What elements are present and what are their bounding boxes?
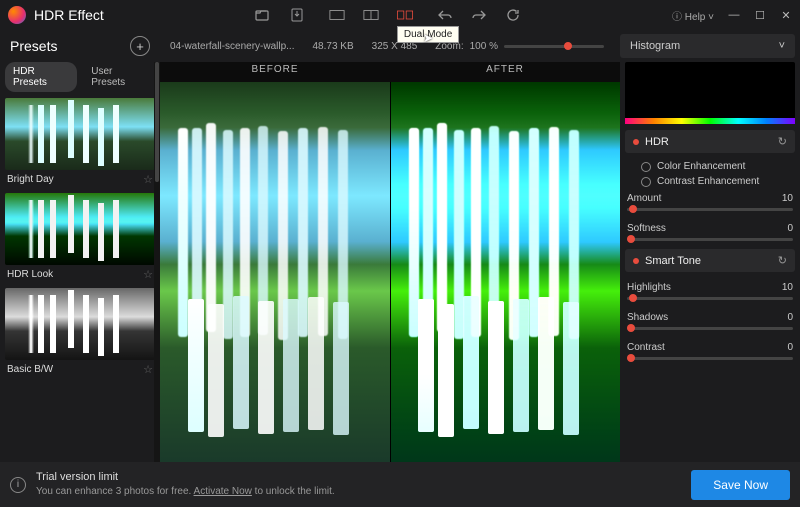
histogram-toggle[interactable]: Histogram ˅ bbox=[620, 34, 795, 58]
preset-thumb bbox=[5, 193, 155, 265]
highlights-label: Highlights bbox=[627, 282, 671, 293]
favorite-icon[interactable]: ☆ bbox=[143, 173, 153, 186]
radio-color-enhancement[interactable]: Color Enhancement bbox=[625, 159, 795, 174]
tab-hdr-presets[interactable]: HDR Presets bbox=[5, 62, 77, 92]
amount-slider[interactable] bbox=[627, 208, 793, 211]
softness-value: 0 bbox=[787, 223, 793, 234]
preset-item[interactable]: Basic B/W ☆ bbox=[5, 288, 155, 379]
preset-item[interactable]: HDR Look ☆ bbox=[5, 193, 155, 284]
add-preset-button[interactable]: + bbox=[130, 36, 150, 56]
close-button[interactable]: ✕ bbox=[780, 9, 792, 21]
activate-link[interactable]: Activate Now bbox=[194, 486, 252, 497]
footer-bar: i Trial version limit You can enhance 3 … bbox=[0, 462, 800, 507]
file-size: 48.73 KB bbox=[313, 41, 354, 52]
amount-label: Amount bbox=[627, 193, 661, 204]
save-button[interactable]: Save Now bbox=[691, 470, 790, 500]
highlights-value: 10 bbox=[782, 282, 793, 293]
help-menu[interactable]: ⓘ Help ˅ bbox=[672, 8, 714, 23]
trial-title: Trial version limit bbox=[36, 470, 691, 485]
app-logo bbox=[8, 6, 26, 24]
preset-item[interactable]: Bright Day ☆ bbox=[5, 98, 155, 189]
zoom-slider[interactable] bbox=[504, 45, 604, 48]
minimize-button[interactable]: ― bbox=[728, 9, 740, 21]
active-dot-icon bbox=[633, 139, 639, 145]
histogram-display bbox=[625, 62, 795, 124]
tab-user-presets[interactable]: User Presets bbox=[83, 62, 155, 92]
reset-icon[interactable]: ↻ bbox=[778, 254, 787, 267]
preview-area: BEFORE AFTER bbox=[160, 62, 620, 462]
trial-subtitle: You can enhance 3 photos for free. Activ… bbox=[36, 485, 691, 499]
dual-view-icon[interactable]: Dual Mode bbox=[397, 8, 413, 22]
preset-thumb bbox=[5, 98, 155, 170]
highlights-slider[interactable] bbox=[627, 297, 793, 300]
shadows-slider[interactable] bbox=[627, 327, 793, 330]
preset-label: Bright Day bbox=[7, 174, 54, 185]
favorite-icon[interactable]: ☆ bbox=[143, 268, 153, 281]
maximize-button[interactable]: ☐ bbox=[754, 9, 766, 21]
reset-icon[interactable]: ↻ bbox=[778, 135, 787, 148]
zoom-value: 100 % bbox=[470, 41, 498, 52]
file-name: 04-waterfall-scenery-wallp... bbox=[170, 41, 295, 52]
before-pane[interactable] bbox=[160, 82, 391, 462]
contrast-slider[interactable] bbox=[627, 357, 793, 360]
smarttone-panel-header[interactable]: Smart Tone ↻ bbox=[625, 249, 795, 272]
save-icon[interactable] bbox=[289, 8, 305, 22]
redo-icon[interactable] bbox=[471, 8, 487, 22]
chevron-down-icon: ˅ bbox=[779, 40, 785, 52]
presets-sidebar: HDR Presets User Presets Bright Day ☆ HDR… bbox=[0, 62, 160, 462]
amount-value: 10 bbox=[782, 193, 793, 204]
preset-label: Basic B/W bbox=[7, 364, 53, 375]
softness-slider[interactable] bbox=[627, 238, 793, 241]
shadows-value: 0 bbox=[787, 312, 793, 323]
single-view-icon[interactable] bbox=[329, 8, 345, 22]
before-label: BEFORE bbox=[160, 62, 390, 82]
preset-label: HDR Look bbox=[7, 269, 53, 280]
active-dot-icon bbox=[633, 258, 639, 264]
shadows-label: Shadows bbox=[627, 312, 668, 323]
tooltip: Dual Mode bbox=[397, 26, 459, 43]
open-folder-icon[interactable] bbox=[255, 8, 271, 22]
softness-label: Softness bbox=[627, 223, 666, 234]
scrollbar[interactable] bbox=[794, 62, 800, 462]
contrast-value: 0 bbox=[787, 342, 793, 353]
favorite-icon[interactable]: ☆ bbox=[143, 363, 153, 376]
undo-icon[interactable] bbox=[437, 8, 453, 22]
hdr-panel-header[interactable]: HDR ↻ bbox=[625, 130, 795, 153]
adjustments-sidebar: HDR ↻ Color Enhancement Contrast Enhance… bbox=[620, 62, 800, 462]
after-pane[interactable] bbox=[391, 82, 621, 462]
titlebar: HDR Effect Dual Mode ⓘ Help ˅ ― ☐ ✕ bbox=[0, 0, 800, 30]
refresh-icon[interactable] bbox=[505, 8, 521, 22]
info-icon: i bbox=[10, 477, 26, 493]
presets-title: Presets bbox=[10, 38, 57, 54]
after-label: AFTER bbox=[390, 62, 620, 82]
radio-contrast-enhancement[interactable]: Contrast Enhancement bbox=[625, 174, 795, 189]
split-view-icon[interactable] bbox=[363, 8, 379, 22]
preset-thumb bbox=[5, 288, 155, 360]
app-title: HDR Effect bbox=[34, 7, 104, 23]
contrast-label: Contrast bbox=[627, 342, 665, 353]
